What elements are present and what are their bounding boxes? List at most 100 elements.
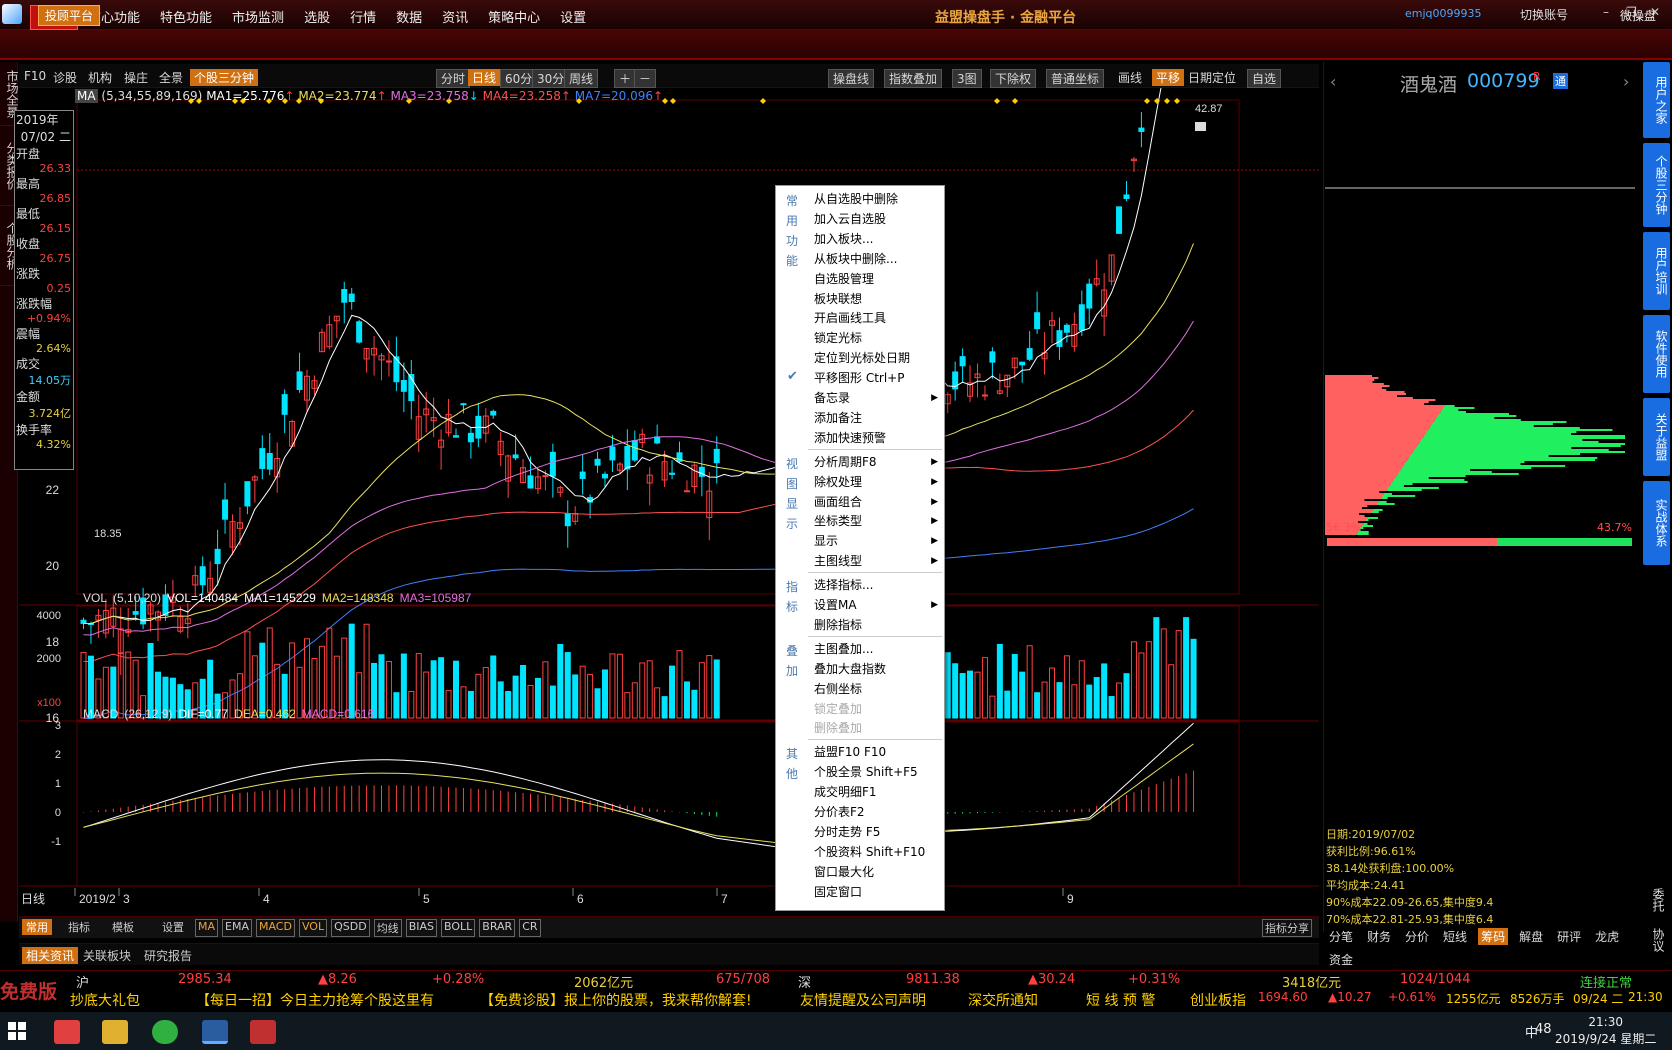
context-menu-item[interactable]: 加入云自选股 — [814, 209, 942, 229]
switch-account-link[interactable]: 切换账号 — [1520, 6, 1568, 23]
info-tab-sector[interactable]: 关联板块 — [83, 947, 131, 964]
three-chart-dropdown[interactable]: 3图 — [952, 69, 982, 88]
trade-line-dropdown[interactable]: 操盘线 — [828, 69, 875, 88]
context-menu-item[interactable]: 设置MA ▶ — [814, 595, 942, 615]
context-menu-item[interactable]: 添加快速预警 — [814, 428, 942, 448]
menu-monitor[interactable]: 市场监测 — [222, 5, 294, 30]
context-menu-item[interactable]: 显示 ▶ — [814, 531, 942, 551]
context-menu-item[interactable]: 个股资料 Shift+F10 — [814, 842, 942, 862]
institution-button[interactable]: 机构 — [88, 69, 112, 86]
ind-indicator-tab[interactable]: 指标 — [68, 919, 90, 935]
rtab-price[interactable]: 分价 — [1402, 928, 1432, 945]
watchlist-dropdown[interactable]: 自选 — [1247, 69, 1282, 88]
indicator-quick-ema[interactable]: EMA — [222, 919, 252, 937]
badge-tong[interactable]: 通 — [1553, 73, 1568, 89]
context-menu-item[interactable]: 画面组合 ▶ — [814, 492, 942, 512]
news-ticker-item[interactable]: 深交所通知 — [968, 990, 1038, 1010]
info-tab-report[interactable]: 研究报告 — [144, 947, 192, 964]
fr-software-use[interactable]: 软件使用 — [1643, 315, 1670, 393]
context-menu-item[interactable]: 益盟F10 F10 — [814, 742, 942, 762]
context-menu-item[interactable]: 开启画线工具 — [814, 308, 942, 328]
f10-button[interactable]: F10 — [24, 69, 46, 83]
context-menu-item[interactable]: 成交明细F1 — [814, 782, 942, 802]
news-ticker-item[interactable]: 友情提醒及公司声明 — [800, 990, 926, 1010]
rtab-shortline[interactable]: 短线 — [1440, 928, 1470, 945]
context-menu-item[interactable]: 平移图形 Ctrl+P — [814, 368, 942, 388]
news-ticker-item[interactable]: 【免费诊股】报上你的股票，我来帮你解套! — [480, 990, 752, 1010]
context-menu-item[interactable]: 窗口最大化 — [814, 862, 942, 882]
menu-data[interactable]: 数据 — [386, 5, 432, 30]
zoom-out-icon[interactable]: － — [634, 69, 657, 88]
account-name[interactable]: emjq0099935 — [1405, 7, 1482, 20]
fr-entrust[interactable]: 委托 — [1645, 888, 1667, 912]
taskbar-browser-icon[interactable] — [152, 1020, 178, 1044]
rtab-analysis[interactable]: 解盘 — [1516, 928, 1546, 945]
news-ticker-item[interactable]: 抄底大礼包 — [70, 990, 140, 1010]
context-menu-item[interactable]: 从自选股中删除 — [814, 189, 942, 209]
windows-start-icon[interactable] — [8, 1022, 26, 1040]
ex-right-dropdown[interactable]: 下除权 — [990, 69, 1037, 88]
menu-select-stock[interactable]: 选股 — [294, 5, 340, 30]
menu-quote[interactable]: 行情 — [340, 5, 386, 30]
date-locate-button[interactable]: 日期定位 — [1188, 69, 1236, 86]
fr-user-home[interactable]: 用户之家 — [1643, 62, 1670, 138]
context-menu-item[interactable]: 分价表F2 — [814, 802, 942, 822]
context-menu-item[interactable]: 自选股管理 — [814, 269, 942, 289]
stock-3min-button[interactable]: 个股三分钟 — [190, 69, 259, 86]
context-menu-item[interactable]: 添加备注 — [814, 408, 942, 428]
axis-type-dropdown[interactable]: 普通坐标 — [1046, 69, 1105, 88]
indicator-share-button[interactable]: 指标分享 — [1262, 919, 1312, 937]
mini-trade-button[interactable]: 微操盘 — [1620, 7, 1656, 24]
rtab-chips[interactable]: 筹码 — [1478, 928, 1509, 945]
context-menu-item[interactable]: 从板块中删除... — [814, 249, 942, 269]
ind-common-tab[interactable]: 常用 — [22, 919, 52, 935]
next-stock-icon[interactable]: › — [1623, 72, 1629, 91]
context-menu-item[interactable]: 主图叠加... — [814, 639, 942, 659]
fr-system[interactable]: 实战体系 — [1643, 481, 1670, 565]
taskbar-clock[interactable]: 21:30 2019/9/24 星期二 — [1555, 1014, 1656, 1048]
news-ticker-item[interactable]: 【每日一招】今日主力抢筹个股这里有 — [196, 990, 434, 1010]
context-menu-item[interactable]: 选择指标... — [814, 575, 942, 595]
info-tab-news[interactable]: 相关资讯 — [22, 947, 79, 964]
taskbar-trading-app-icon[interactable] — [202, 1020, 228, 1044]
indicator-quick-均线[interactable]: 均线 — [373, 919, 402, 937]
period-daily[interactable]: 日线 — [468, 69, 501, 86]
taskbar-folder-icon[interactable] — [102, 1020, 128, 1044]
ind-template-tab[interactable]: 模板 — [112, 919, 134, 935]
fr-protocol[interactable]: 协议 — [1645, 928, 1667, 952]
menu-news[interactable]: 资讯 — [432, 5, 478, 30]
context-menu-item[interactable]: 板块联想 — [814, 289, 942, 309]
context-menu-item[interactable]: 备忘录 ▶ — [814, 388, 942, 408]
indicator-quick-brar[interactable]: BRAR — [479, 919, 516, 937]
indicator-quick-ma[interactable]: MA — [195, 919, 219, 937]
context-menu-item[interactable]: 分时走势 F5 — [814, 822, 942, 842]
dealer-button[interactable]: 操庄 — [124, 69, 148, 86]
platform-button[interactable]: 投顾平台 — [38, 5, 101, 26]
context-menu-item[interactable]: 加入板块... — [814, 229, 942, 249]
kline-chart[interactable]: 26242220181642.8718.3540002000x1003210-1… — [19, 88, 1319, 916]
ind-settings-tab[interactable]: 设置 — [162, 919, 184, 935]
context-menu-item[interactable]: 个股全景 Shift+F5 — [814, 762, 942, 782]
fr-user-training[interactable]: 用户培训 — [1643, 232, 1670, 310]
context-menu-item[interactable]: 坐标类型 ▶ — [814, 511, 942, 531]
context-menu-item[interactable]: 主图线型 ▶ — [814, 551, 942, 571]
context-menu-item[interactable]: 分析周期F8 ▶ — [814, 452, 942, 472]
context-menu-item[interactable]: 锁定光标 — [814, 328, 942, 348]
period-weekly[interactable]: 周线 — [564, 69, 599, 88]
taskbar-app5-icon[interactable] — [250, 1020, 276, 1044]
indicator-quick-boll[interactable]: BOLL — [441, 919, 476, 937]
menu-strategy[interactable]: 策略中心 — [478, 5, 550, 30]
taskbar-app1-icon[interactable] — [54, 1020, 80, 1044]
zoom-in-icon[interactable]: ＋ — [614, 69, 637, 88]
rtab-fund[interactable]: 资金 — [1329, 951, 1353, 968]
minimize-icon[interactable]: – — [1603, 5, 1609, 19]
context-menu-item[interactable]: 右侧坐标 — [814, 679, 942, 699]
prev-stock-icon[interactable]: ‹ — [1330, 72, 1336, 91]
ma-selector[interactable]: MA — [75, 89, 98, 103]
context-menu-item[interactable]: 叠加大盘指数 — [814, 659, 942, 679]
panorama-button[interactable]: 全景 — [159, 69, 183, 86]
rtab-research[interactable]: 研评 — [1554, 928, 1584, 945]
period-intraday[interactable]: 分时 — [436, 69, 471, 88]
menu-feature[interactable]: 特色功能 — [150, 5, 222, 30]
context-menu-item[interactable]: 删除指标 — [814, 615, 942, 635]
